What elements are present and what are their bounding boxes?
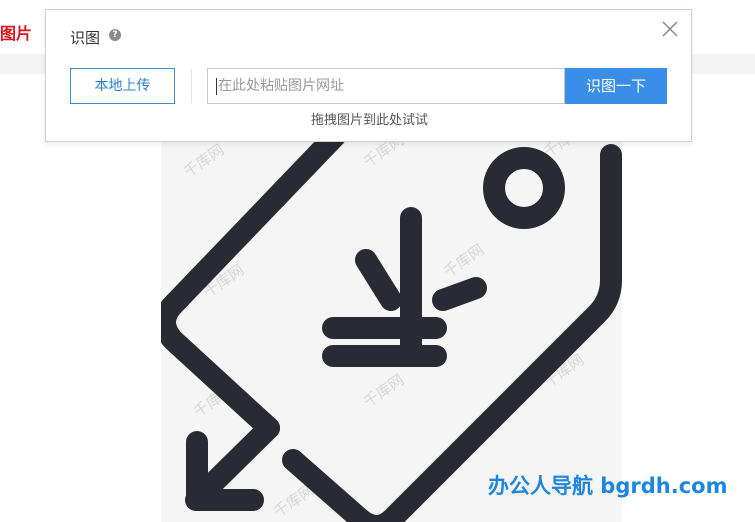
dialog-title: 识图 (70, 29, 101, 47)
question-circle-icon[interactable]: ? (109, 29, 121, 41)
vertical-divider (191, 69, 192, 103)
image-search-button[interactable]: 识图一下 (565, 68, 667, 104)
image-url-input[interactable]: 在此处粘贴图片网址 (207, 68, 565, 104)
image-search-dialog: 识图 ? 本地上传 在此处粘贴图片网址 识图一下 拖拽图片到此处试试 (45, 9, 692, 142)
close-icon[interactable] (661, 20, 679, 38)
image-preview: 千库网 千库网 千库网 千库网 千库网 千库网 千库网 千库网 千库网 (161, 100, 622, 522)
left-label: 图片 (0, 24, 33, 43)
input-caret (216, 78, 217, 95)
drag-drop-hint: 拖拽图片到此处试试 (310, 113, 428, 128)
local-upload-button[interactable]: 本地上传 (70, 68, 175, 104)
url-placeholder: 在此处粘贴图片网址 (218, 78, 344, 94)
bottom-watermark: 办公人导航 bgrdh.com (488, 474, 728, 498)
price-tag-yuan-icon (161, 119, 622, 522)
